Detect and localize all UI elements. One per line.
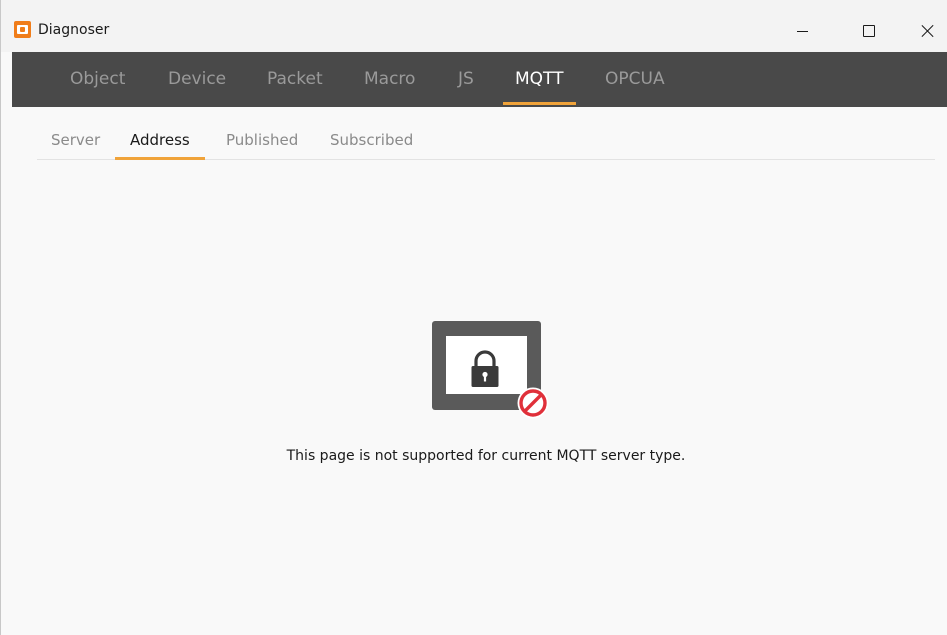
tab-macro[interactable]: Macro: [364, 52, 415, 107]
unsupported-message: This page is not supported for current M…: [286, 448, 686, 464]
lock-icon: [471, 350, 499, 387]
prohibited-icon: [517, 387, 549, 419]
main-tab-bar: Object Device Packet Macro JS MQTT OPCUA: [12, 52, 947, 107]
subtab-subscribed[interactable]: Subscribed: [330, 107, 413, 159]
tab-opcua[interactable]: OPCUA: [605, 52, 665, 107]
tab-mqtt[interactable]: MQTT: [503, 52, 575, 107]
tab-object[interactable]: Object: [70, 52, 125, 107]
unsupported-illustration: [432, 321, 550, 421]
minimize-button[interactable]: [779, 13, 825, 49]
sub-tab-bar: Server Address Published Subscribed: [37, 107, 935, 160]
subtab-address[interactable]: Address: [115, 107, 205, 160]
window-title: Diagnoser: [38, 22, 110, 38]
tab-js[interactable]: JS: [458, 52, 474, 107]
tab-packet[interactable]: Packet: [267, 52, 323, 107]
monitor-screen: [446, 336, 527, 394]
subtab-published[interactable]: Published: [226, 107, 298, 159]
close-button[interactable]: [905, 13, 947, 49]
close-icon: [921, 24, 935, 38]
maximize-icon: [863, 25, 875, 37]
tab-device[interactable]: Device: [168, 52, 226, 107]
subtab-server[interactable]: Server: [51, 107, 100, 159]
title-bar: Diagnoser: [1, 0, 947, 52]
diagnoser-window: Diagnoser Object Device Packet Macro JS …: [0, 0, 947, 635]
maximize-button[interactable]: [846, 13, 892, 49]
minimize-icon: [796, 30, 808, 32]
app-icon: [14, 21, 31, 38]
